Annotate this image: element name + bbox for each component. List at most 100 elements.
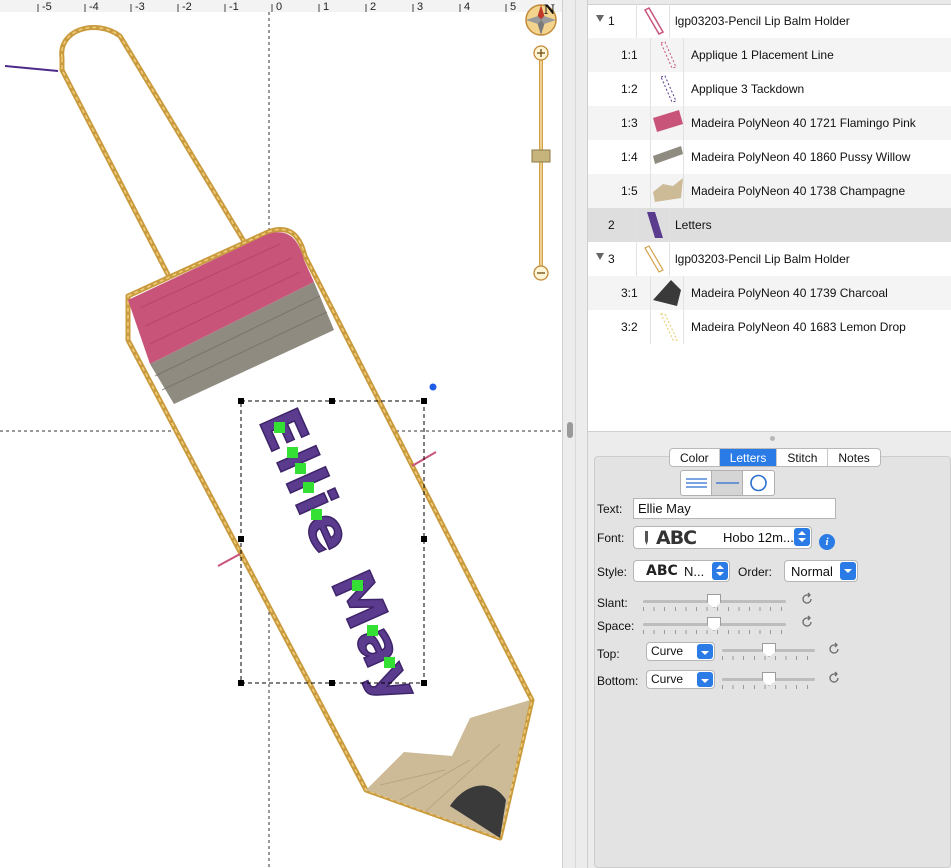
panel-resize-dot[interactable] — [770, 436, 775, 441]
reset-icon[interactable] — [800, 592, 814, 606]
circle-layout-button[interactable] — [743, 471, 774, 495]
ruler-tick-label: -1 — [229, 1, 239, 13]
ruler-tick-label: -4 — [89, 1, 99, 13]
list-row-group-1[interactable]: 1 lgp03203-Pencil Lip Balm Holder — [588, 4, 951, 38]
row-number: 2 — [608, 218, 615, 232]
ruler-tick-label: -2 — [182, 1, 192, 13]
row-label: Applique 3 Tackdown — [691, 82, 805, 96]
bottom-curve-select[interactable]: Curve — [646, 670, 715, 689]
chevron-down-icon — [697, 672, 713, 687]
list-row[interactable]: 1:3 Madeira PolyNeon 40 1721 Flamingo Pi… — [588, 106, 951, 140]
properties-panel: Color Letters Stitch Notes Text: Ellie M… — [588, 432, 951, 868]
row-number: 1:1 — [621, 48, 638, 62]
straight-line-layout-button[interactable] — [712, 471, 743, 495]
multi-line-layout-button[interactable] — [681, 471, 712, 495]
straight-line-icon — [716, 482, 739, 484]
resize-handle — [421, 398, 427, 404]
list-row[interactable]: 3:2 Madeira PolyNeon 40 1683 Lemon Drop — [588, 310, 951, 344]
font-select[interactable]: ABC Hobo 12m... — [633, 526, 812, 549]
tab-letters[interactable]: Letters — [719, 449, 778, 466]
ruler-tick-label: -3 — [135, 1, 145, 13]
font-label: Font: — [597, 531, 625, 545]
text-input[interactable]: Ellie May — [633, 498, 836, 519]
style-value: N... — [684, 564, 705, 579]
row-label: lgp03203-Pencil Lip Balm Holder — [675, 14, 850, 28]
row-number: 1:3 — [621, 116, 638, 130]
chevron-updown-icon — [712, 562, 728, 580]
resize-handle — [238, 680, 244, 686]
ruler-tick-label: -5 — [42, 1, 52, 13]
slider-thumb[interactable] — [762, 643, 776, 657]
resize-handle — [238, 536, 244, 542]
row-thumbnail — [650, 72, 684, 106]
row-label: Madeira PolyNeon 40 1860 Pussy Willow — [691, 150, 911, 164]
property-tabs[interactable]: Color Letters Stitch Notes — [669, 448, 881, 467]
panel-splitter[interactable] — [562, 0, 588, 868]
font-preview: ABC — [656, 527, 697, 549]
list-row[interactable]: 1:4 Madeira PolyNeon 40 1860 Pussy Willo… — [588, 140, 951, 174]
font-name: Hobo 12m... — [723, 530, 794, 545]
reset-icon[interactable] — [827, 671, 841, 685]
reset-icon[interactable] — [827, 642, 841, 656]
pencil-icon — [645, 531, 648, 545]
object-list[interactable]: 1 lgp03203-Pencil Lip Balm Holder 1:1 Ap… — [588, 0, 951, 432]
row-label: Madeira PolyNeon 40 1683 Lemon Drop — [691, 320, 906, 334]
style-label: Style: — [597, 565, 628, 579]
list-row[interactable]: 1:1 Applique 1 Placement Line — [588, 38, 951, 72]
resize-handle — [421, 536, 427, 542]
ruler-tick-label: 3 — [417, 1, 423, 13]
tab-notes[interactable]: Notes — [828, 449, 879, 466]
reset-icon[interactable] — [800, 615, 814, 629]
text-layout-segmented[interactable] — [680, 470, 775, 496]
top-curve-select[interactable]: Curve — [646, 642, 715, 661]
letter-anchor — [274, 422, 285, 433]
list-row[interactable]: 3:1 Madeira PolyNeon 40 1739 Charcoal — [588, 276, 951, 310]
list-row-group-3[interactable]: 3 lgp03203-Pencil Lip Balm Holder — [588, 242, 951, 276]
space-slider[interactable] — [643, 617, 786, 634]
row-thumbnail — [636, 242, 670, 276]
letter-anchor — [384, 657, 395, 668]
top-curve-slider[interactable] — [722, 643, 815, 660]
slider-thumb[interactable] — [707, 594, 721, 608]
zoom-slider[interactable] — [531, 45, 551, 281]
letter-anchor — [311, 509, 322, 520]
slider-thumb[interactable] — [762, 672, 776, 686]
tab-color[interactable]: Color — [670, 449, 720, 466]
disclosure-triangle-icon[interactable] — [596, 15, 604, 22]
slant-label: Slant: — [597, 596, 628, 610]
slider-thumb[interactable] — [707, 617, 721, 631]
row-number: 1 — [608, 14, 615, 28]
letter-anchor — [295, 463, 306, 474]
slant-slider[interactable] — [643, 594, 786, 611]
info-icon[interactable]: i — [819, 534, 835, 550]
letter-anchor — [287, 447, 298, 458]
strap-outline — [59, 25, 251, 293]
circle-icon — [750, 474, 767, 492]
row-number: 1:4 — [621, 150, 638, 164]
tab-stitch[interactable]: Stitch — [777, 449, 829, 466]
row-number: 3:2 — [621, 320, 638, 334]
list-row-letters[interactable]: 2 Letters — [588, 208, 951, 242]
order-select[interactable]: Normal — [784, 560, 858, 582]
space-label: Space: — [597, 619, 635, 633]
ruler-tick-label: 0 — [276, 1, 282, 13]
ruler-tick-label: 4 — [464, 1, 470, 13]
row-number: 1:2 — [621, 82, 638, 96]
row-label: Letters — [675, 218, 712, 232]
style-select[interactable]: ABC N... — [633, 560, 730, 582]
row-label: lgp03203-Pencil Lip Balm Holder — [675, 252, 850, 266]
row-thumbnail — [636, 208, 670, 242]
top-curve-value: Curve — [651, 644, 684, 658]
letter-anchor — [303, 482, 314, 493]
row-thumbnail — [650, 310, 684, 344]
splitter-grip[interactable] — [567, 422, 573, 438]
resize-handle — [329, 398, 335, 404]
row-label: Madeira PolyNeon 40 1721 Flamingo Pink — [691, 116, 916, 130]
disclosure-triangle-icon[interactable] — [596, 253, 604, 260]
jump-stitch — [217, 553, 241, 567]
ruler-tick-label: 5 — [510, 1, 516, 13]
design-canvas[interactable]: -5 -4 -3 -2 -1 0 1 2 3 4 5 Ellie May N — [0, 0, 562, 868]
list-row[interactable]: 1:5 Madeira PolyNeon 40 1738 Champagne — [588, 174, 951, 208]
bottom-curve-slider[interactable] — [722, 672, 815, 689]
list-row[interactable]: 1:2 Applique 3 Tackdown — [588, 72, 951, 106]
